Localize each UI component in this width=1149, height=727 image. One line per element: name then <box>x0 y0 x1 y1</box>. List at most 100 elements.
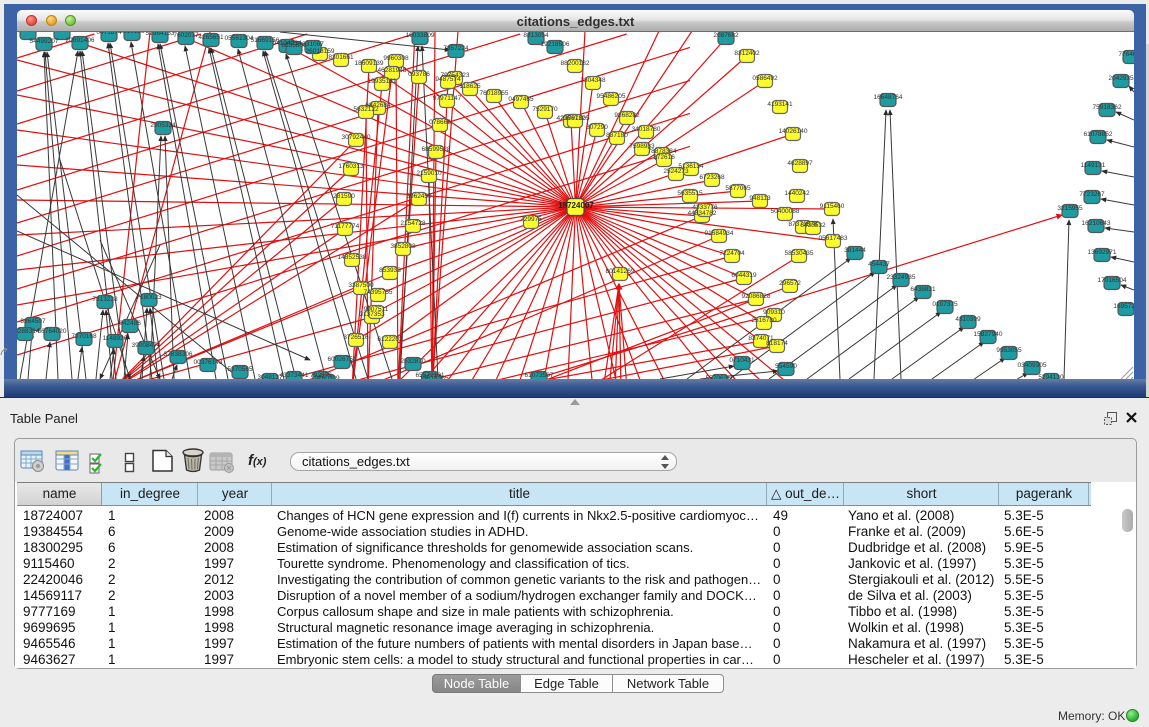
svg-text:093786: 093786 <box>408 71 430 78</box>
svg-text:4265651: 4265651 <box>198 34 224 41</box>
svg-text:14852538: 14852538 <box>338 254 367 261</box>
svg-text:9115460: 9115460 <box>820 203 845 210</box>
svg-text:7723267: 7723267 <box>1079 191 1105 198</box>
svg-text:19935181: 19935181 <box>368 78 397 85</box>
svg-text:9487574: 9487574 <box>435 76 461 83</box>
svg-text:831067: 831067 <box>302 41 324 48</box>
svg-text:19218506: 19218506 <box>541 41 570 48</box>
svg-text:1695722: 1695722 <box>1113 303 1134 310</box>
svg-text:88200182: 88200182 <box>561 60 590 67</box>
svg-text:3726516: 3726516 <box>343 334 369 341</box>
svg-text:6122202: 6122202 <box>377 336 403 343</box>
svg-text:2154728: 2154728 <box>400 220 426 227</box>
svg-text:3852808: 3852808 <box>390 243 416 250</box>
svg-text:1440242: 1440242 <box>784 190 810 197</box>
svg-text:818174: 818174 <box>766 340 788 347</box>
svg-text:5635515: 5635515 <box>677 190 703 197</box>
svg-text:296572: 296572 <box>779 280 801 287</box>
svg-text:0107375: 0107375 <box>932 301 958 308</box>
svg-text:8312402: 8312402 <box>734 50 760 57</box>
svg-text:60026751: 60026751 <box>328 356 357 363</box>
svg-text:7970168: 7970168 <box>71 333 97 340</box>
svg-text:7602077: 7602077 <box>173 32 199 39</box>
svg-text:80141269: 80141269 <box>606 268 635 275</box>
svg-text:6723268: 6723268 <box>699 174 725 181</box>
svg-text:68599528: 68599528 <box>422 146 451 153</box>
svg-text:1148936: 1148936 <box>103 335 128 342</box>
svg-text:76018955: 76018955 <box>480 90 509 97</box>
svg-text:0471874: 0471874 <box>96 32 122 36</box>
svg-text:2159010: 2159010 <box>416 170 442 177</box>
svg-text:14026140: 14026140 <box>779 128 808 135</box>
svg-text:9953055: 9953055 <box>996 347 1022 354</box>
svg-text:7857224: 7857224 <box>443 45 469 52</box>
svg-text:2087682: 2087682 <box>713 32 739 39</box>
svg-text:61078852: 61078852 <box>1084 131 1113 138</box>
svg-text:3304348: 3304348 <box>580 77 606 84</box>
svg-text:7313228: 7313228 <box>92 296 118 303</box>
svg-text:66764020: 66764020 <box>38 328 67 335</box>
svg-text:95486205: 95486205 <box>597 93 626 100</box>
svg-text:43373441: 43373441 <box>280 372 309 379</box>
svg-text:8813054: 8813054 <box>523 32 549 39</box>
svg-text:454437: 454437 <box>868 261 890 268</box>
svg-text:75918362: 75918362 <box>1093 104 1122 111</box>
svg-text:042486: 042486 <box>119 320 141 327</box>
svg-text:4333776: 4333776 <box>692 204 718 211</box>
svg-text:74395755: 74395755 <box>364 289 393 296</box>
svg-text:18724007: 18724007 <box>558 201 594 210</box>
svg-text:3962459: 3962459 <box>406 193 432 200</box>
svg-text:8433532: 8433532 <box>800 222 826 229</box>
svg-text:9260309: 9260309 <box>314 375 340 379</box>
svg-text:7224704: 7224704 <box>719 250 745 257</box>
svg-text:853933: 853933 <box>379 267 401 274</box>
svg-text:8301661: 8301661 <box>328 54 354 61</box>
svg-text:16033809: 16033809 <box>406 32 435 39</box>
svg-text:54499207: 54499207 <box>30 38 59 45</box>
svg-text:1149131: 1149131 <box>1081 162 1106 169</box>
svg-text:0497465: 0497465 <box>508 96 534 103</box>
svg-text:95288314: 95288314 <box>17 328 40 335</box>
svg-text:3319128: 3319128 <box>119 32 145 35</box>
svg-text:00376143: 00376143 <box>194 359 223 366</box>
svg-text:6044319: 6044319 <box>731 272 757 279</box>
svg-text:7409319: 7409319 <box>17 32 41 34</box>
svg-text:948113: 948113 <box>749 195 771 202</box>
svg-text:729975: 729975 <box>520 216 542 223</box>
svg-text:0586492: 0586492 <box>752 75 778 82</box>
svg-text:92086828: 92086828 <box>742 293 771 300</box>
svg-text:15827940: 15827940 <box>974 331 1003 338</box>
svg-text:372616: 372616 <box>653 154 675 161</box>
svg-text:18609139: 18609139 <box>355 60 384 67</box>
svg-text:2532870: 2532870 <box>400 358 426 365</box>
svg-text:5632122: 5632122 <box>353 106 379 113</box>
svg-text:5370565: 5370565 <box>227 366 253 373</box>
svg-text:16648764: 16648764 <box>874 94 903 101</box>
svg-text:20691406: 20691406 <box>66 37 95 44</box>
svg-text:05561304: 05561304 <box>225 35 254 42</box>
svg-text:44834782: 44834782 <box>688 210 717 217</box>
svg-text:37838306: 37838306 <box>164 351 193 358</box>
svg-text:16210643: 16210643 <box>1082 220 1111 227</box>
svg-text:97971147: 97971147 <box>433 95 462 102</box>
svg-text:5294130: 5294130 <box>1038 374 1064 379</box>
svg-text:2524273: 2524273 <box>663 168 689 175</box>
svg-text:5877065: 5877065 <box>725 185 751 192</box>
svg-text:6438831: 6438831 <box>910 286 936 293</box>
svg-text:381444: 381444 <box>844 247 866 254</box>
svg-text:118625: 118625 <box>459 83 481 90</box>
svg-text:7180023: 7180023 <box>136 294 162 301</box>
svg-text:3215955: 3215955 <box>1057 205 1083 212</box>
svg-text:22791805: 22791805 <box>561 115 590 122</box>
svg-text:23324935: 23324935 <box>887 274 916 281</box>
svg-text:887180: 887180 <box>606 132 628 139</box>
svg-text:0710431: 0710431 <box>729 357 755 364</box>
svg-text:50400088: 50400088 <box>771 208 800 215</box>
svg-text:9960308: 9960308 <box>383 55 409 62</box>
svg-text:4193141: 4193141 <box>767 101 793 108</box>
svg-text:281590: 281590 <box>333 193 355 200</box>
svg-text:05617483: 05617483 <box>819 235 848 242</box>
svg-text:71177774: 71177774 <box>331 223 360 230</box>
svg-text:4310399: 4310399 <box>955 316 981 323</box>
svg-text:9907511: 9907511 <box>364 306 389 313</box>
